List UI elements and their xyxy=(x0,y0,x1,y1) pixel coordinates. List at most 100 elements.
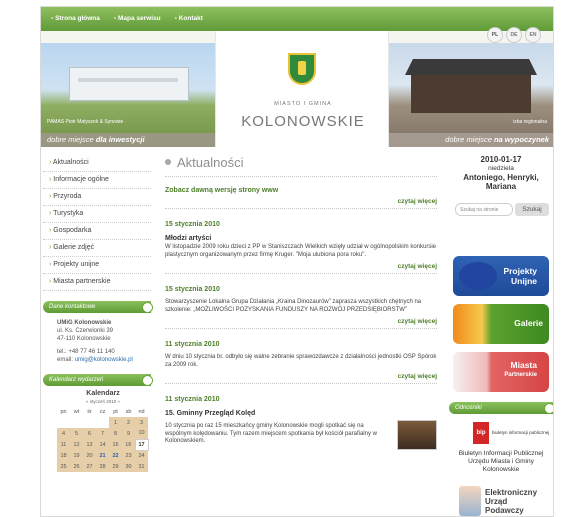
slogan-right-a: dobre miejsce xyxy=(445,135,492,144)
calendar-day[interactable]: 1 xyxy=(109,417,122,428)
calendar-day[interactable]: 7 xyxy=(96,428,109,439)
banner-title: KOLONOWSKIE xyxy=(241,113,365,130)
news-date: 15 stycznia 2010 xyxy=(165,286,220,293)
name-days: Antoniego, Henryki, Mariana xyxy=(463,173,539,191)
menu-item-miasta[interactable]: Miasta partnerskie xyxy=(43,274,151,291)
news-title[interactable]: Młodzi artyści xyxy=(165,235,437,242)
read-more-link[interactable]: czytaj więcej xyxy=(165,373,437,380)
divider xyxy=(165,383,437,384)
calendar-day-empty xyxy=(83,417,96,428)
search-button[interactable]: Szukaj xyxy=(515,203,549,216)
menu-item-galerie[interactable]: Galerie zdjęć xyxy=(43,240,151,257)
menu-item-turystyka[interactable]: Turystyka xyxy=(43,206,151,223)
news-text: W dniu 10 stycznia br. odbyło się walne … xyxy=(165,354,437,368)
menu-item-projekty[interactable]: Projekty unijne xyxy=(43,257,151,274)
left-sidebar: Aktualności Informacje ogólne Przyroda T… xyxy=(43,155,153,472)
calendar-day[interactable]: 11 xyxy=(57,439,70,450)
bip-logo[interactable]: bip biuletyn informacji publicznej xyxy=(473,422,553,444)
calendar-day[interactable]: 20 xyxy=(83,450,96,461)
calendar-day[interactable]: 26 xyxy=(70,461,83,472)
calendar-day[interactable]: 31 xyxy=(135,461,148,472)
news-text: Stowarzyszenie Lokalna Grupa Działania „… xyxy=(165,299,422,313)
calendar-weekday: cz xyxy=(99,408,106,415)
language-switcher: PL DE EN xyxy=(487,27,541,43)
calendar-day[interactable]: 15 xyxy=(109,439,122,450)
calendar-day[interactable]: 2 xyxy=(122,417,135,428)
calendar-month-label: styczeń 2010 xyxy=(89,399,117,404)
calendar-prev-button[interactable]: « xyxy=(86,399,89,404)
contact-org: UMiG Kolonowskie xyxy=(57,320,112,326)
menu-item-przyroda[interactable]: Przyroda xyxy=(43,189,151,206)
news-text: W listopadzie 2009 roku dzieci z PP w St… xyxy=(165,244,437,258)
epuap-label: Elektroniczny Urząd Podawczy xyxy=(485,487,538,515)
calendar-day[interactable]: 25 xyxy=(57,461,70,472)
search-input[interactable]: Szukaj na stronie xyxy=(455,203,513,216)
lang-pl-button[interactable]: PL xyxy=(487,27,503,43)
calendar-day-today[interactable]: 17 xyxy=(134,438,149,451)
old-site-link[interactable]: Zobacz dawną wersję strony www xyxy=(165,187,437,194)
calendar-day[interactable]: 29 xyxy=(109,461,122,472)
calendar-day[interactable]: 5 xyxy=(70,428,83,439)
menu-item-aktualnosci[interactable]: Aktualności xyxy=(43,155,151,172)
calendar-month-nav: « styczeń 2010 » xyxy=(57,399,149,404)
calendar-day[interactable]: 19 xyxy=(70,450,83,461)
banner-leisure-slogan[interactable]: dobre miejsce na wypoczynek xyxy=(389,133,553,147)
calendar-day[interactable]: 30 xyxy=(122,461,135,472)
contact-street: ul. Ks. Czerwionki 39 xyxy=(57,328,114,334)
calendar-day[interactable]: 4 xyxy=(57,428,70,439)
contact-email-link[interactable]: umig@kolonowskie.pl xyxy=(75,357,133,363)
calendar-day-empty xyxy=(70,417,83,428)
banner-leisure-photo: izba regionalna dobre miejsce na wypoczy… xyxy=(389,43,553,147)
page-title: Aktualności xyxy=(165,155,437,173)
calendar-next-button[interactable]: » xyxy=(118,399,121,404)
banner-left-caption: PAMAS Piotr Matyszek & Synowie xyxy=(47,119,124,125)
news-title[interactable]: 15. Gminny Przegląd Kolęd xyxy=(165,410,437,417)
today-box: 2010-01-17 niedziela Antoniego, Henryki,… xyxy=(449,155,553,191)
epuap-banner[interactable]: Elektroniczny Urząd Podawczy xyxy=(459,486,553,516)
divider xyxy=(165,273,437,274)
calendar-weekday: śr xyxy=(87,408,92,415)
lang-en-button[interactable]: EN xyxy=(525,27,541,43)
calendar-day-event[interactable]: 22 xyxy=(109,450,122,461)
calendar-day[interactable]: 12 xyxy=(70,439,83,450)
contact-box-header: Dane kontaktowe xyxy=(43,301,153,313)
read-more-link[interactable]: czytaj więcej xyxy=(165,263,437,270)
news-photo[interactable] xyxy=(397,420,437,450)
bip-link[interactable]: Biuletyn Informacji Publicznej Urzędu Mi… xyxy=(449,450,553,474)
gallery-banner[interactable]: Galerie xyxy=(453,304,549,344)
news-item: 15 stycznia 2010 Młodzi artyści W listop… xyxy=(165,221,437,270)
calendar-day[interactable]: 24 xyxy=(135,450,148,461)
calendar-day[interactable]: 28 xyxy=(96,461,109,472)
eu-projects-banner[interactable]: Projekty Unijne xyxy=(453,256,549,296)
calendar-day[interactable]: 6 xyxy=(83,428,96,439)
calendar-day[interactable]: 18 xyxy=(57,450,70,461)
calendar-day[interactable]: 14 xyxy=(96,439,109,450)
calendar-box-header: Kalendarz wydarzeń xyxy=(43,374,153,386)
nav-contact-link[interactable]: Kontakt xyxy=(175,15,203,22)
nav-home-link[interactable]: Strona główna xyxy=(51,15,100,22)
menu-item-gospodarka[interactable]: Gospodarka xyxy=(43,223,151,240)
nav-sitemap-link[interactable]: Mapa serwisu xyxy=(114,15,161,22)
gallery-label: Galerie xyxy=(514,318,543,328)
divider xyxy=(165,176,437,177)
lang-de-button[interactable]: DE xyxy=(506,27,522,43)
calendar-day[interactable]: 27 xyxy=(83,461,96,472)
read-more-link[interactable]: czytaj więcej xyxy=(165,318,437,325)
partner-cities-banner[interactable]: Miasta Partnerskie xyxy=(453,352,549,392)
menu-item-informacje[interactable]: Informacje ogólne xyxy=(43,172,151,189)
calendar-day[interactable]: 10 xyxy=(135,428,148,439)
calendar-day[interactable]: 23 xyxy=(122,450,135,461)
calendar-day[interactable]: 9 xyxy=(122,428,135,439)
read-more-link[interactable]: czytaj więcej xyxy=(165,198,437,205)
news-text: 10 stycznia po raz 15 mieszkańcy gminy K… xyxy=(165,423,377,444)
calendar-day[interactable]: 13 xyxy=(83,439,96,450)
calendar-day[interactable]: 16 xyxy=(122,439,135,450)
calendar-day[interactable]: 8 xyxy=(109,428,122,439)
banner-investment-slogan[interactable]: dobre miejsce dla inwestycji xyxy=(41,133,215,147)
right-sidebar: 2010-01-17 niedziela Antoniego, Henryki,… xyxy=(449,155,553,516)
calendar-day[interactable]: 3 xyxy=(135,417,148,428)
header-banner: PAMAS Piotr Matyszek & Synowie dobre mie… xyxy=(41,31,553,147)
factory-building xyxy=(69,67,189,101)
calendar-weekday: wt xyxy=(73,408,80,415)
calendar-day-event[interactable]: 21 xyxy=(96,450,109,461)
